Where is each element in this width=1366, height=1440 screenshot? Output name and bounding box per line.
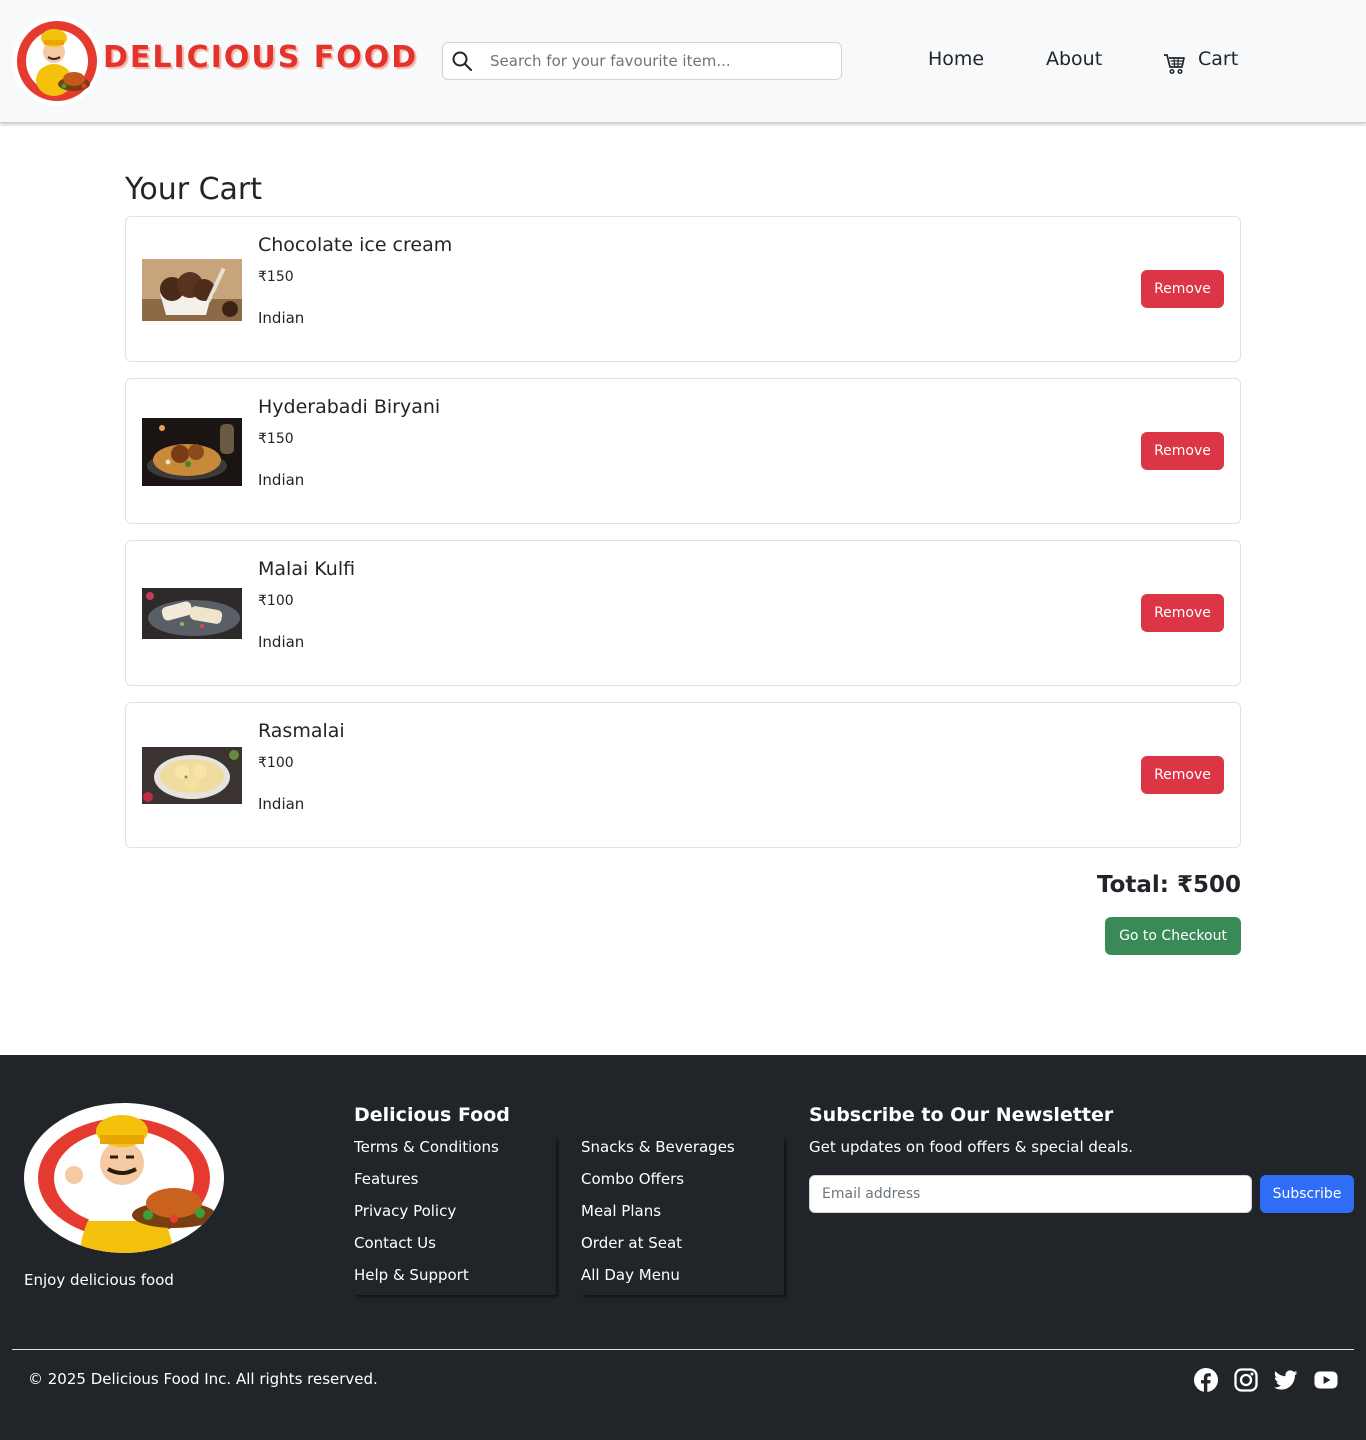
footer-link[interactable]: All Day Menu (581, 1265, 784, 1297)
twitter-icon[interactable] (1274, 1368, 1298, 1392)
footer-link[interactable]: Features (354, 1169, 556, 1201)
footer-links-heading: Delicious Food (354, 1104, 510, 1126)
nav-cart-link[interactable]: Cart (1198, 48, 1238, 70)
nav-home-link[interactable]: Home (928, 48, 984, 70)
item-name: Hyderabadi Biryani (258, 396, 441, 418)
cart-total: Total: ₹500 (1096, 872, 1241, 898)
chef-logo[interactable] (12, 16, 102, 106)
newsletter-description: Get updates on food offers & special dea… (809, 1138, 1134, 1156)
item-cuisine: Indian (258, 471, 305, 489)
footer-link[interactable]: Contact Us (354, 1233, 556, 1265)
facebook-icon[interactable] (1194, 1368, 1218, 1392)
cart-item-card: Chocolate ice cream ₹150 Indian Remove (125, 216, 1241, 362)
rasmalai-image (142, 747, 242, 804)
item-cuisine: Indian (258, 309, 305, 327)
cart-item-card: Rasmalai ₹100 Indian Remove (125, 702, 1241, 848)
instagram-icon[interactable] (1234, 1368, 1258, 1392)
remove-button[interactable]: Remove (1141, 756, 1224, 794)
subscribe-button[interactable]: Subscribe (1260, 1175, 1354, 1213)
cart-item-card: Hyderabadi Biryani ₹150 Indian Remove (125, 378, 1241, 524)
search-input[interactable] (480, 43, 835, 79)
copyright-text: © 2025 Delicious Food Inc. All rights re… (28, 1370, 378, 1388)
item-name: Rasmalai (258, 720, 345, 742)
item-name: Malai Kulfi (258, 558, 356, 580)
item-price: ₹150 (258, 431, 294, 447)
search-icon (452, 51, 472, 71)
checkout-button[interactable]: Go to Checkout (1105, 917, 1241, 955)
brand-name[interactable]: DELICIOUS FOOD (103, 40, 418, 75)
hyderabadi-biryani-image (142, 418, 242, 486)
cart-item-card: Malai Kulfi ₹100 Indian Remove (125, 540, 1241, 686)
page-title: Your Cart (125, 172, 263, 207)
footer-link[interactable]: Help & Support (354, 1265, 556, 1297)
navbar: DELICIOUS FOOD Home About Cart (0, 0, 1366, 123)
youtube-icon[interactable] (1314, 1368, 1338, 1392)
footer-link[interactable]: Order at Seat (581, 1233, 784, 1265)
footer-divider (12, 1349, 1354, 1350)
footer-link[interactable]: Combo Offers (581, 1169, 784, 1201)
nav-about-link[interactable]: About (1046, 48, 1102, 70)
footer-links-col-2: Snacks & Beverages Combo Offers Meal Pla… (581, 1137, 784, 1295)
footer: Enjoy delicious food Delicious Food Term… (0, 1055, 1366, 1440)
malai-kulfi-image (142, 588, 242, 639)
item-cuisine: Indian (258, 795, 305, 813)
chocolate-ice-cream-image (142, 259, 242, 321)
item-price: ₹150 (258, 269, 294, 285)
item-price: ₹100 (258, 755, 294, 771)
email-field[interactable] (809, 1175, 1252, 1213)
footer-link[interactable]: Meal Plans (581, 1201, 784, 1233)
newsletter-heading: Subscribe to Our Newsletter (809, 1104, 1114, 1126)
footer-link[interactable]: Snacks & Beverages (581, 1137, 784, 1169)
cart-icon[interactable] (1163, 52, 1187, 76)
remove-button[interactable]: Remove (1141, 270, 1224, 308)
item-cuisine: Indian (258, 633, 305, 651)
footer-tagline: Enjoy delicious food (24, 1271, 174, 1289)
remove-button[interactable]: Remove (1141, 594, 1224, 632)
footer-link[interactable]: Terms & Conditions (354, 1137, 556, 1169)
footer-chef-logo (24, 1103, 224, 1253)
footer-links-col-1: Terms & Conditions Features Privacy Poli… (354, 1137, 556, 1295)
footer-link[interactable]: Privacy Policy (354, 1201, 556, 1233)
item-name: Chocolate ice cream (258, 234, 453, 256)
item-price: ₹100 (258, 593, 294, 609)
remove-button[interactable]: Remove (1141, 432, 1224, 470)
